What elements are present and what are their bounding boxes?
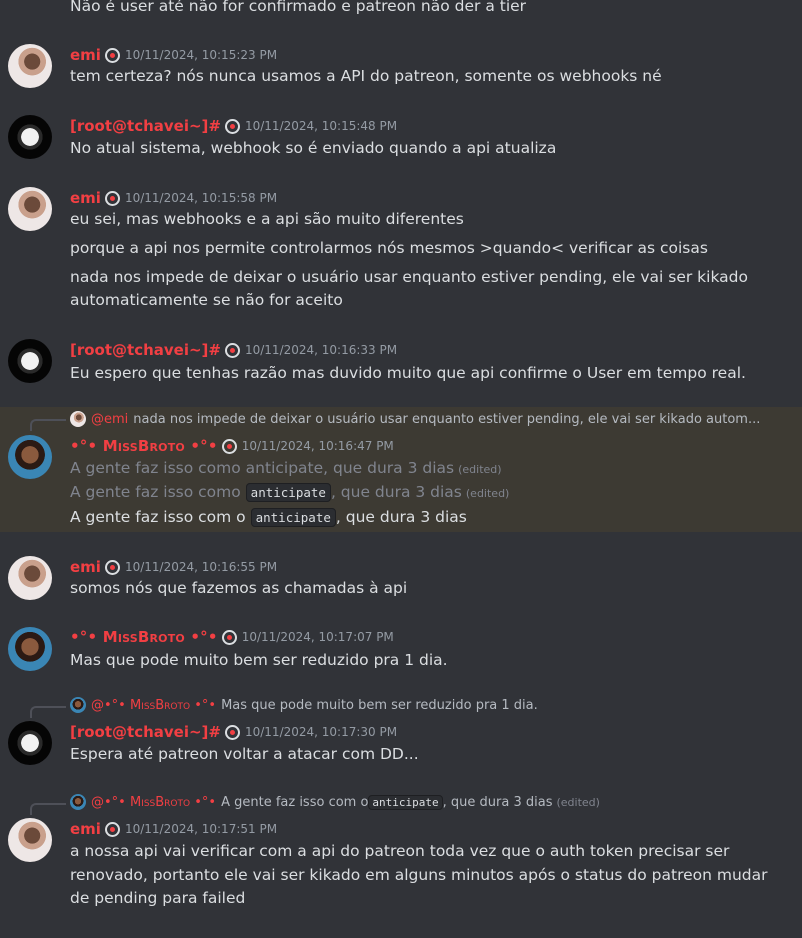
inline-code: anticipate bbox=[250, 508, 336, 527]
author-name[interactable]: •°• MissBroto •°• bbox=[70, 437, 218, 455]
author-name[interactable]: [root@tchavei~]# bbox=[70, 117, 221, 135]
message-text: porque a api nos permite controlarmos nó… bbox=[70, 239, 708, 257]
edited-label: (edited) bbox=[465, 487, 510, 500]
avatar[interactable] bbox=[8, 115, 52, 159]
reply-text: A gente faz isso com o bbox=[221, 794, 369, 810]
author-name[interactable]: [root@tchavei~]# bbox=[70, 341, 221, 359]
avatar[interactable] bbox=[8, 721, 52, 765]
reply-mention[interactable]: @•°• MissBroto •°• bbox=[91, 795, 216, 810]
pokeball-badge-icon bbox=[104, 559, 120, 575]
message-item[interactable]: emi 10/11/2024, 10:15:23 PM tem certeza?… bbox=[0, 40, 802, 95]
reply-spine bbox=[30, 706, 66, 718]
reply-spine bbox=[30, 419, 66, 431]
timestamp: 10/11/2024, 10:17:07 PM bbox=[241, 630, 394, 644]
pokeball-badge-icon bbox=[221, 629, 237, 645]
reply-avatar bbox=[70, 411, 86, 427]
message-item[interactable]: [root@tchavei~]# 10/11/2024, 10:16:33 PM… bbox=[0, 335, 802, 395]
timestamp: 10/11/2024, 10:17:30 PM bbox=[244, 725, 398, 739]
message-item[interactable]: emi 10/11/2024, 10:15:58 PM eu sei, mas … bbox=[0, 183, 802, 318]
avatar[interactable] bbox=[8, 818, 52, 862]
avatar[interactable] bbox=[8, 435, 52, 479]
pokeball-badge-icon bbox=[224, 342, 240, 358]
avatar[interactable] bbox=[8, 187, 52, 231]
reply-text: Mas que pode muito bem ser reduzido pra … bbox=[221, 697, 538, 713]
timestamp: 10/11/2024, 10:17:51 PM bbox=[124, 822, 278, 836]
reply-preview[interactable]: @•°• MissBroto •°• Mas que pode muito be… bbox=[70, 696, 538, 714]
pokeball-badge-icon bbox=[104, 47, 120, 63]
author-name[interactable]: emi bbox=[70, 820, 101, 838]
timestamp: 10/11/2024, 10:15:48 PM bbox=[244, 119, 398, 133]
message-item[interactable]: @•°• MissBroto •°• A gente faz isso com … bbox=[0, 791, 802, 921]
message-item-highlighted[interactable]: @emi nada nos impede de deixar o usuário… bbox=[0, 407, 802, 532]
message-text-pending: A gente faz isso como anticipate, que du… bbox=[70, 459, 502, 477]
pokeball-badge-icon bbox=[221, 438, 237, 454]
message-text: , que dura 3 dias bbox=[330, 483, 462, 501]
message-text: No atual sistema, webhook so é enviado q… bbox=[70, 139, 557, 157]
avatar[interactable] bbox=[8, 339, 52, 383]
message-text: eu sei, mas webhooks e a api são muito d… bbox=[70, 210, 464, 228]
pokeball-badge-icon bbox=[104, 190, 120, 206]
reply-spine bbox=[30, 803, 66, 815]
avatar[interactable] bbox=[8, 556, 52, 600]
timestamp: 10/11/2024, 10:15:58 PM bbox=[124, 191, 278, 205]
timestamp: 10/11/2024, 10:15:23 PM bbox=[124, 48, 278, 62]
timestamp: 10/11/2024, 10:16:47 PM bbox=[241, 439, 394, 453]
reply-preview[interactable]: @•°• MissBroto •°• A gente faz isso com … bbox=[70, 793, 600, 811]
pokeball-badge-icon bbox=[104, 821, 120, 837]
message-text: Mas que pode muito bem ser reduzido pra … bbox=[70, 651, 448, 669]
message-item[interactable]: emi 10/11/2024, 10:16:55 PM somos nós qu… bbox=[0, 552, 802, 607]
message-text-final: A gente faz isso com o anticipate, que d… bbox=[70, 508, 467, 527]
reply-text: , que dura 3 dias bbox=[442, 794, 553, 810]
message-text: de pending para failed bbox=[70, 889, 246, 907]
author-name[interactable]: emi bbox=[70, 189, 101, 207]
author-name[interactable]: emi bbox=[70, 46, 101, 64]
message-text: renovado, portanto ele vai ser kikado em… bbox=[70, 866, 768, 884]
message-text: a nossa api vai verificar com a api do p… bbox=[70, 842, 730, 860]
pokeball-badge-icon bbox=[224, 118, 240, 134]
message-item[interactable]: •°• MissBroto •°• 10/11/2024, 10:17:07 P… bbox=[0, 623, 802, 678]
inline-code: anticipate bbox=[368, 794, 443, 810]
reply-mention[interactable]: @•°• MissBroto •°• bbox=[91, 698, 216, 713]
avatar[interactable] bbox=[8, 44, 52, 88]
message-item[interactable]: [root@tchavei~]# 10/11/2024, 10:15:48 PM… bbox=[0, 111, 802, 166]
edited-label: (edited) bbox=[556, 795, 600, 809]
chat-message-list: Não é user até não for confirmado e patr… bbox=[0, 0, 802, 938]
author-name[interactable]: •°• MissBroto •°• bbox=[70, 628, 218, 646]
message-text: , que dura 3 dias bbox=[335, 508, 467, 526]
timestamp: 10/11/2024, 10:16:33 PM bbox=[244, 343, 398, 357]
timestamp: 10/11/2024, 10:16:55 PM bbox=[124, 560, 278, 574]
message-text: tem certeza? nós nunca usamos a API do p… bbox=[70, 67, 662, 85]
reply-avatar bbox=[70, 794, 86, 810]
message-text-pending: A gente faz isso como anticipate, que du… bbox=[70, 483, 510, 502]
avatar[interactable] bbox=[8, 627, 52, 671]
reply-preview[interactable]: @emi nada nos impede de deixar o usuário… bbox=[70, 410, 760, 428]
inline-code: anticipate bbox=[245, 483, 331, 502]
message-text: somos nós que fazemos as chamadas à api bbox=[70, 579, 408, 597]
message-item[interactable]: @•°• MissBroto •°• Mas que pode muito be… bbox=[0, 694, 802, 774]
author-name[interactable]: [root@tchavei~]# bbox=[70, 723, 221, 741]
edited-label: (edited) bbox=[458, 463, 502, 476]
reply-avatar bbox=[70, 697, 86, 713]
reply-text: nada nos impede de deixar o usuário usar… bbox=[133, 411, 761, 427]
author-name[interactable]: emi bbox=[70, 558, 101, 576]
reply-mention[interactable]: @emi bbox=[91, 412, 128, 427]
message-text: Não é user até não for confirmado e patr… bbox=[70, 0, 527, 15]
message-text: nada nos impede de deixar o usuário usar… bbox=[70, 268, 748, 286]
message-text: A gente faz isso como bbox=[70, 483, 246, 501]
message-text: automaticamente se não for aceito bbox=[70, 291, 343, 309]
message-text: Espera até patreon voltar a atacar com D… bbox=[70, 745, 419, 763]
message-text: A gente faz isso com o bbox=[70, 508, 251, 526]
pokeball-badge-icon bbox=[224, 724, 240, 740]
message-text: Eu espero que tenhas razão mas duvido mu… bbox=[70, 364, 746, 382]
message-text: A gente faz isso como anticipate, que du… bbox=[70, 459, 455, 477]
